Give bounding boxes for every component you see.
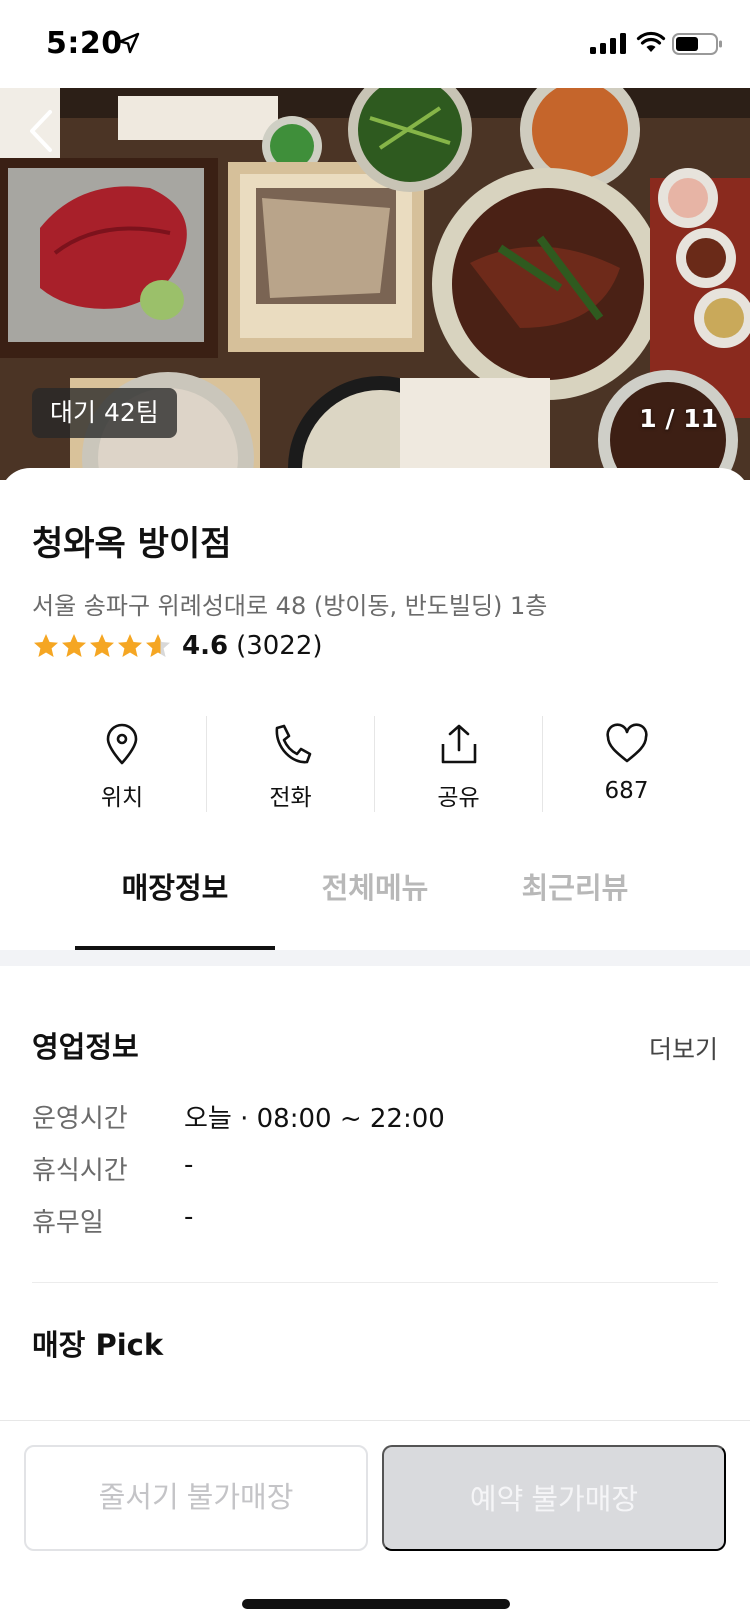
store-address: 서울 송파구 위례성대로 48 (방이동, 반도빌딩) 1층	[32, 592, 548, 620]
review-count: (3022)	[236, 631, 323, 661]
call-button[interactable]: 전화	[206, 716, 374, 812]
home-indicator	[242, 1599, 510, 1609]
info-label: 운영시간	[32, 1104, 128, 1134]
share-label: 공유	[437, 785, 480, 811]
phone-icon	[275, 724, 311, 764]
star-icon	[62, 634, 86, 657]
info-label: 휴무일	[32, 1208, 104, 1238]
action-row: 위치 전화 공유 687	[38, 716, 712, 812]
star-icon	[118, 634, 142, 657]
map-pin-icon	[106, 723, 138, 765]
star-icon	[146, 634, 170, 657]
rating-row[interactable]: 4.6 (3022)	[32, 628, 323, 664]
share-button[interactable]: 공유	[374, 716, 542, 812]
cellular-signal-icon	[590, 33, 626, 54]
store-pick-title: 매장 Pick	[32, 1328, 164, 1362]
like-button[interactable]: 687	[542, 716, 710, 812]
divider	[32, 1282, 718, 1283]
info-value: 오늘 · 08:00 ~ 22:00	[184, 1104, 445, 1134]
tab-bar: 매장정보 전체메뉴 최근리뷰	[0, 868, 750, 952]
heart-icon	[605, 723, 648, 763]
star-icon	[34, 634, 58, 657]
location-label: 위치	[100, 785, 144, 811]
star-icon	[90, 634, 114, 657]
status-bar: 5:20	[0, 0, 750, 88]
location-arrow-icon	[118, 32, 140, 54]
like-count: 687	[604, 778, 649, 804]
tab-full-menu[interactable]: 전체메뉴	[275, 868, 475, 952]
info-value: -	[184, 1150, 194, 1180]
wait-badge: 대기 42팀	[32, 388, 177, 438]
page-counter: 1 / 11	[639, 404, 718, 433]
business-info-more-link[interactable]: 더보기	[649, 1030, 718, 1066]
status-time: 5:20	[46, 26, 123, 61]
hero-photo[interactable]: 대기 42팀 1 / 11	[0, 88, 750, 480]
info-row-break: 휴식시간 -	[32, 1150, 193, 1186]
info-row-hours: 운영시간 오늘 · 08:00 ~ 22:00	[32, 1098, 445, 1134]
info-label: 휴식시간	[32, 1156, 128, 1186]
share-icon	[441, 724, 476, 764]
info-value: -	[184, 1202, 194, 1232]
bottom-action-bar: 줄서기 불가매장 예약 불가매장	[0, 1420, 750, 1624]
back-button[interactable]	[26, 108, 56, 154]
tab-recent-reviews[interactable]: 최근리뷰	[475, 868, 675, 952]
wifi-icon	[636, 31, 666, 52]
business-info-title: 영업정보	[32, 1030, 139, 1064]
reserve-button[interactable]: 예약 불가매장	[382, 1445, 726, 1551]
location-button[interactable]: 위치	[38, 716, 206, 812]
section-divider	[0, 950, 750, 966]
queue-button[interactable]: 줄서기 불가매장	[24, 1445, 368, 1551]
rating-stars	[32, 632, 172, 660]
rating-value: 4.6	[182, 631, 229, 661]
store-name: 청와옥 방이점	[32, 524, 232, 564]
info-row-holiday: 휴무일 -	[32, 1202, 193, 1238]
tab-store-info[interactable]: 매장정보	[75, 868, 275, 952]
call-label: 전화	[269, 785, 312, 811]
battery-icon	[672, 33, 722, 55]
